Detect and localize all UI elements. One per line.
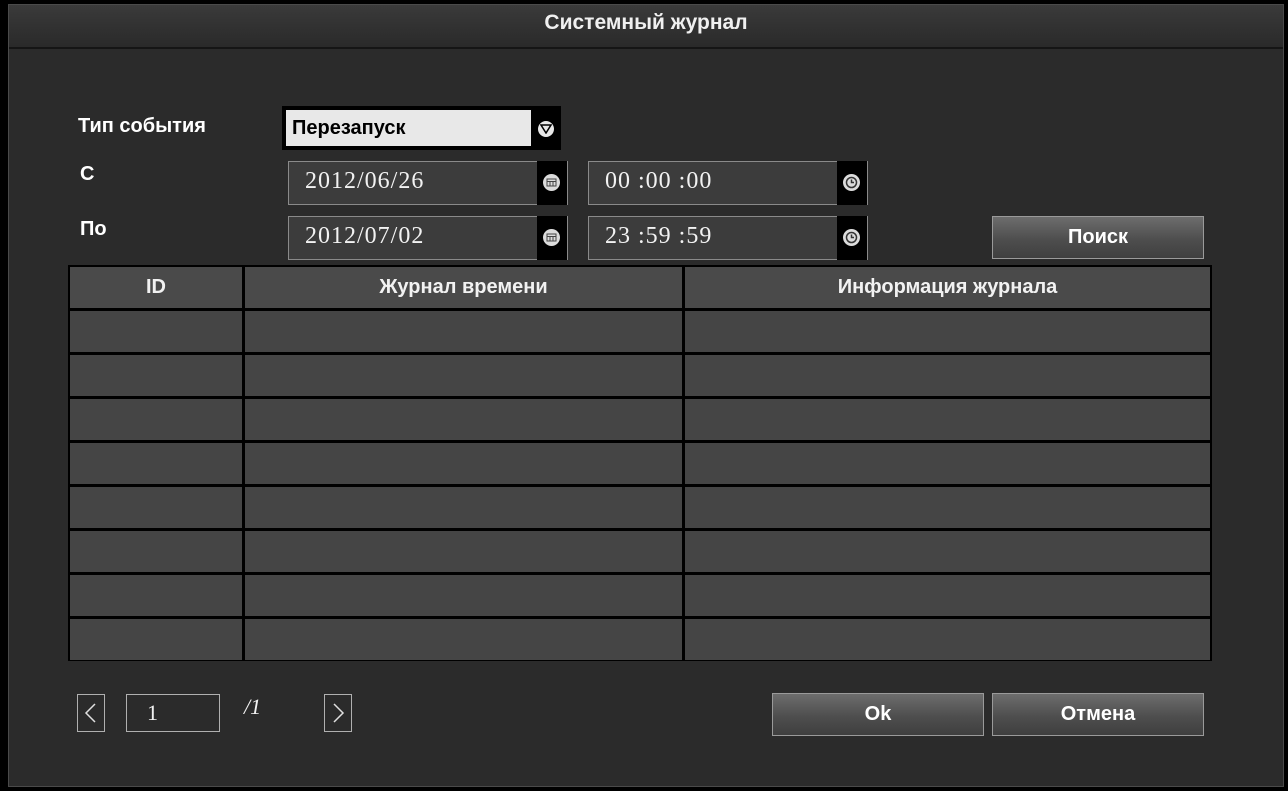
search-button[interactable]: Поиск	[992, 216, 1204, 259]
from-label: С	[80, 163, 95, 185]
cell-info	[685, 311, 1210, 352]
log-table: ID Журнал времени Информация журнала	[68, 265, 1212, 661]
cell-id	[70, 531, 242, 572]
cell-time	[245, 399, 682, 440]
table-row[interactable]	[70, 619, 1210, 660]
cancel-button[interactable]: Отмена	[992, 693, 1204, 736]
cell-time	[245, 619, 682, 660]
table-row[interactable]	[70, 399, 1210, 440]
page-total: /1	[244, 694, 262, 719]
cell-time	[245, 575, 682, 616]
to-time-field[interactable]: 23 :59 :59	[588, 216, 868, 260]
cell-time	[245, 531, 682, 572]
from-time-value: 00 :00 :00	[605, 168, 713, 194]
cell-info	[685, 399, 1210, 440]
chevron-down-icon[interactable]	[537, 120, 555, 138]
cell-time	[245, 311, 682, 352]
to-label: По	[80, 218, 107, 240]
chevron-right-icon	[333, 703, 345, 723]
cell-info	[685, 531, 1210, 572]
to-time-value: 23 :59 :59	[605, 223, 713, 249]
clock-icon[interactable]	[837, 161, 867, 205]
event-type-select[interactable]: Перезапуск	[282, 106, 561, 150]
cell-info	[685, 443, 1210, 484]
title-bar: Системный журнал	[9, 5, 1283, 49]
event-type-value: Перезапуск	[286, 110, 531, 146]
cell-time	[245, 355, 682, 396]
prev-page-button[interactable]	[77, 694, 105, 732]
page-number-input[interactable]: 1	[126, 694, 220, 732]
column-header-id[interactable]: ID	[70, 267, 242, 308]
table-row[interactable]	[70, 443, 1210, 484]
cell-id	[70, 399, 242, 440]
to-date-value: 2012/07/02	[305, 223, 425, 249]
cell-info	[685, 355, 1210, 396]
cell-id	[70, 311, 242, 352]
cell-id	[70, 443, 242, 484]
from-date-field[interactable]: 2012/06/26	[288, 161, 568, 205]
cell-time	[245, 443, 682, 484]
column-header-info[interactable]: Информация журнала	[685, 267, 1210, 308]
event-type-label: Тип события	[78, 115, 206, 137]
to-date-field[interactable]: 2012/07/02	[288, 216, 568, 260]
next-page-button[interactable]	[324, 694, 352, 732]
cell-id	[70, 487, 242, 528]
table-row[interactable]	[70, 355, 1210, 396]
dialog-title: Системный журнал	[544, 11, 748, 34]
cell-id	[70, 355, 242, 396]
cell-id	[70, 619, 242, 660]
cell-info	[685, 575, 1210, 616]
chevron-left-icon	[84, 703, 96, 723]
table-row[interactable]	[70, 487, 1210, 528]
table-row[interactable]	[70, 531, 1210, 572]
cell-time	[245, 487, 682, 528]
clock-icon[interactable]	[837, 216, 867, 260]
calendar-icon[interactable]	[537, 216, 567, 260]
table-header-row: ID Журнал времени Информация журнала	[70, 267, 1210, 308]
calendar-icon[interactable]	[537, 161, 567, 205]
table-row[interactable]	[70, 575, 1210, 616]
table-row[interactable]	[70, 311, 1210, 352]
ok-button[interactable]: Ok	[772, 693, 984, 736]
cell-info	[685, 619, 1210, 660]
from-time-field[interactable]: 00 :00 :00	[588, 161, 868, 205]
cell-info	[685, 487, 1210, 528]
from-date-value: 2012/06/26	[305, 168, 425, 194]
column-header-time[interactable]: Журнал времени	[245, 267, 682, 308]
cell-id	[70, 575, 242, 616]
